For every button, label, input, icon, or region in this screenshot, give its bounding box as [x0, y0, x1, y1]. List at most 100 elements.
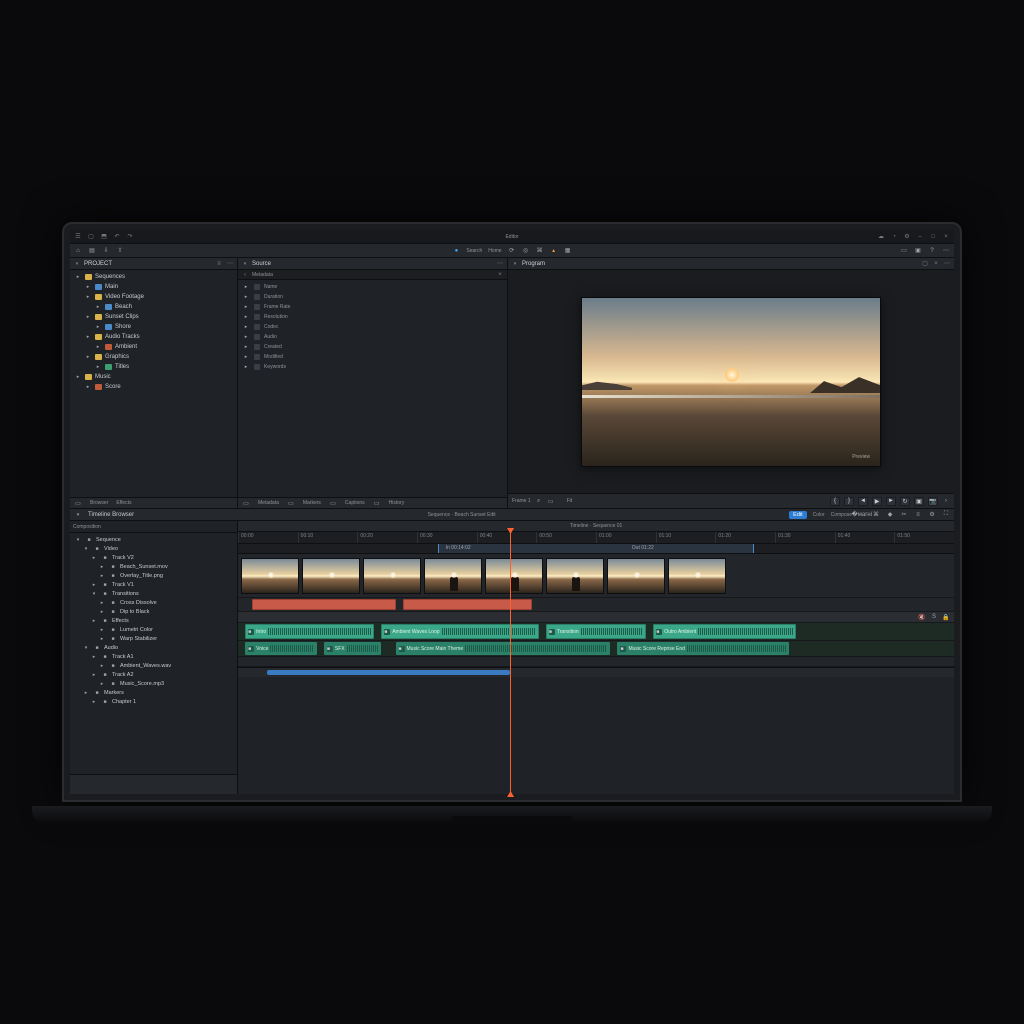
- outline-tree[interactable]: SequenceVideoTrack V2Beach_Sunset.movOve…: [70, 533, 237, 774]
- window-max-icon[interactable]: □: [929, 233, 937, 241]
- expand-icon[interactable]: ⛶: [942, 511, 950, 519]
- footer-icon[interactable]: ▭: [373, 499, 381, 507]
- import-icon[interactable]: ⇩: [102, 247, 110, 255]
- outline-item[interactable]: Overlay_Title.png: [70, 571, 237, 580]
- outline-item[interactable]: Beach_Sunset.mov: [70, 562, 237, 571]
- outline-item[interactable]: Markers: [70, 688, 237, 697]
- project-item[interactable]: Sunset Clips: [70, 312, 237, 322]
- chevron-right-icon[interactable]: ›: [942, 497, 950, 505]
- audio-clip[interactable]: Voice: [245, 642, 317, 655]
- tab-prev-icon[interactable]: ‹: [241, 271, 249, 279]
- audio-track-a2[interactable]: VoiceSFXMusic Score Main ThemeMusic Scor…: [238, 641, 954, 657]
- grid-icon[interactable]: ▦: [564, 247, 572, 255]
- clip-thumbnail[interactable]: [302, 558, 360, 594]
- project-item[interactable]: Music: [70, 372, 237, 382]
- save-icon[interactable]: ⬒: [100, 233, 108, 241]
- sync-icon[interactable]: ⟳: [508, 247, 516, 255]
- file-icon[interactable]: ▢: [87, 233, 95, 241]
- project-footer-tab-0[interactable]: Browser: [90, 500, 108, 506]
- audio-clip[interactable]: Intro: [245, 624, 374, 639]
- outline-item[interactable]: Ambient_Waves.wav: [70, 661, 237, 670]
- source-footer-3[interactable]: History: [389, 500, 405, 506]
- clip-thumbnail[interactable]: [241, 558, 299, 594]
- tab-color[interactable]: Color: [813, 512, 825, 518]
- folder-icon[interactable]: ▭: [547, 497, 555, 505]
- link-icon[interactable]: ⌘: [536, 247, 544, 255]
- collapse-icon[interactable]: [73, 260, 81, 268]
- panel-menu-icon[interactable]: ⋯: [943, 260, 951, 268]
- outline-item[interactable]: Chapter 1: [70, 697, 237, 706]
- library-icon[interactable]: ▤: [88, 247, 96, 255]
- step-fwd-button[interactable]: ►: [886, 497, 896, 506]
- video-clip[interactable]: [252, 599, 395, 610]
- layout-icon[interactable]: ▭: [900, 247, 908, 255]
- collapse-icon[interactable]: [241, 260, 249, 268]
- project-footer-tab-1[interactable]: Effects: [116, 500, 131, 506]
- source-row[interactable]: Duration: [238, 292, 507, 302]
- help-icon[interactable]: ?: [928, 247, 936, 255]
- project-item[interactable]: Ambient: [70, 342, 237, 352]
- source-row[interactable]: Codec: [238, 322, 507, 332]
- timeline-scrollbar[interactable]: [238, 667, 954, 677]
- project-item[interactable]: Score: [70, 382, 237, 392]
- link-icon[interactable]: ⌘: [872, 511, 880, 519]
- in-out-ruler[interactable]: In 00:14:02 Out 01:22: [238, 544, 954, 554]
- outline-item[interactable]: Warp Stabilizer: [70, 634, 237, 643]
- project-tree[interactable]: SequencesMainVideo FootageBeachSunset Cl…: [70, 270, 237, 497]
- safe-margins-button[interactable]: ▣: [914, 497, 924, 506]
- marker-icon[interactable]: ◆: [886, 511, 894, 519]
- lock-icon[interactable]: 🔒: [942, 613, 950, 621]
- outline-item[interactable]: Track A1: [70, 652, 237, 661]
- clip-thumbnail[interactable]: [668, 558, 726, 594]
- panel-menu-icon[interactable]: ⋯: [226, 260, 234, 268]
- home-icon[interactable]: ⌂: [74, 247, 82, 255]
- outline-item[interactable]: Track A2: [70, 670, 237, 679]
- source-row[interactable]: Resolution: [238, 312, 507, 322]
- source-row[interactable]: Modified: [238, 352, 507, 362]
- collapse-icon[interactable]: [74, 511, 82, 519]
- gear-icon[interactable]: ⚙: [903, 233, 911, 241]
- search-label[interactable]: Search: [466, 248, 482, 254]
- scrollbar-thumb[interactable]: [267, 670, 510, 675]
- outline-item[interactable]: Video: [70, 544, 237, 553]
- outline-item[interactable]: Music_Score.mp3: [70, 679, 237, 688]
- window-close-icon[interactable]: ×: [942, 233, 950, 241]
- panel-close-icon[interactable]: ×: [932, 260, 940, 268]
- audio-clip[interactable]: Transition: [546, 624, 646, 639]
- video-track-v1[interactable]: [238, 598, 954, 612]
- clip-thumbnail[interactable]: [485, 558, 543, 594]
- export-icon[interactable]: ⇧: [116, 247, 124, 255]
- collapse-icon[interactable]: [511, 260, 519, 268]
- mute-icon[interactable]: 🔇: [918, 613, 926, 621]
- outline-item[interactable]: Transitions: [70, 589, 237, 598]
- empty-track[interactable]: [238, 657, 954, 667]
- clip-thumbnail[interactable]: [607, 558, 665, 594]
- video-thumbnail-track[interactable]: [238, 554, 954, 598]
- in-out-range[interactable]: [438, 544, 753, 553]
- source-row[interactable]: Name: [238, 282, 507, 292]
- audio-clip[interactable]: Music Score Reprise End: [617, 642, 789, 655]
- clip-thumbnail[interactable]: [424, 558, 482, 594]
- source-row[interactable]: Created: [238, 342, 507, 352]
- audio-clip[interactable]: Music Score Main Theme: [396, 642, 611, 655]
- zoom-search-icon[interactable]: ⌕: [535, 497, 543, 505]
- export-frame-button[interactable]: 📷: [928, 497, 938, 506]
- razor-icon[interactable]: ✂: [900, 511, 908, 519]
- tab-close-icon[interactable]: ×: [496, 271, 504, 279]
- audio-clip[interactable]: Ambient Waves Loop: [381, 624, 539, 639]
- video-clip[interactable]: [403, 599, 532, 610]
- cloud-icon[interactable]: ☁: [877, 233, 885, 241]
- tab-compose[interactable]: Compose: [831, 512, 852, 518]
- source-footer-1[interactable]: Markers: [303, 500, 321, 506]
- time-ruler[interactable]: 00:0000:1000:2000:3000:4000:5001:0001:10…: [238, 532, 954, 544]
- snap-icon[interactable]: �магнí: [858, 511, 866, 519]
- project-item[interactable]: Audio Tracks: [70, 332, 237, 342]
- workspace-icon[interactable]: ▣: [914, 247, 922, 255]
- source-row[interactable]: Audio: [238, 332, 507, 342]
- project-item[interactable]: Main: [70, 282, 237, 292]
- window-min-icon[interactable]: –: [916, 233, 924, 241]
- outline-item[interactable]: Effects: [70, 616, 237, 625]
- redo-icon[interactable]: ↷: [126, 233, 134, 241]
- clip-thumbnail[interactable]: [363, 558, 421, 594]
- outline-item[interactable]: Cross Dissolve: [70, 598, 237, 607]
